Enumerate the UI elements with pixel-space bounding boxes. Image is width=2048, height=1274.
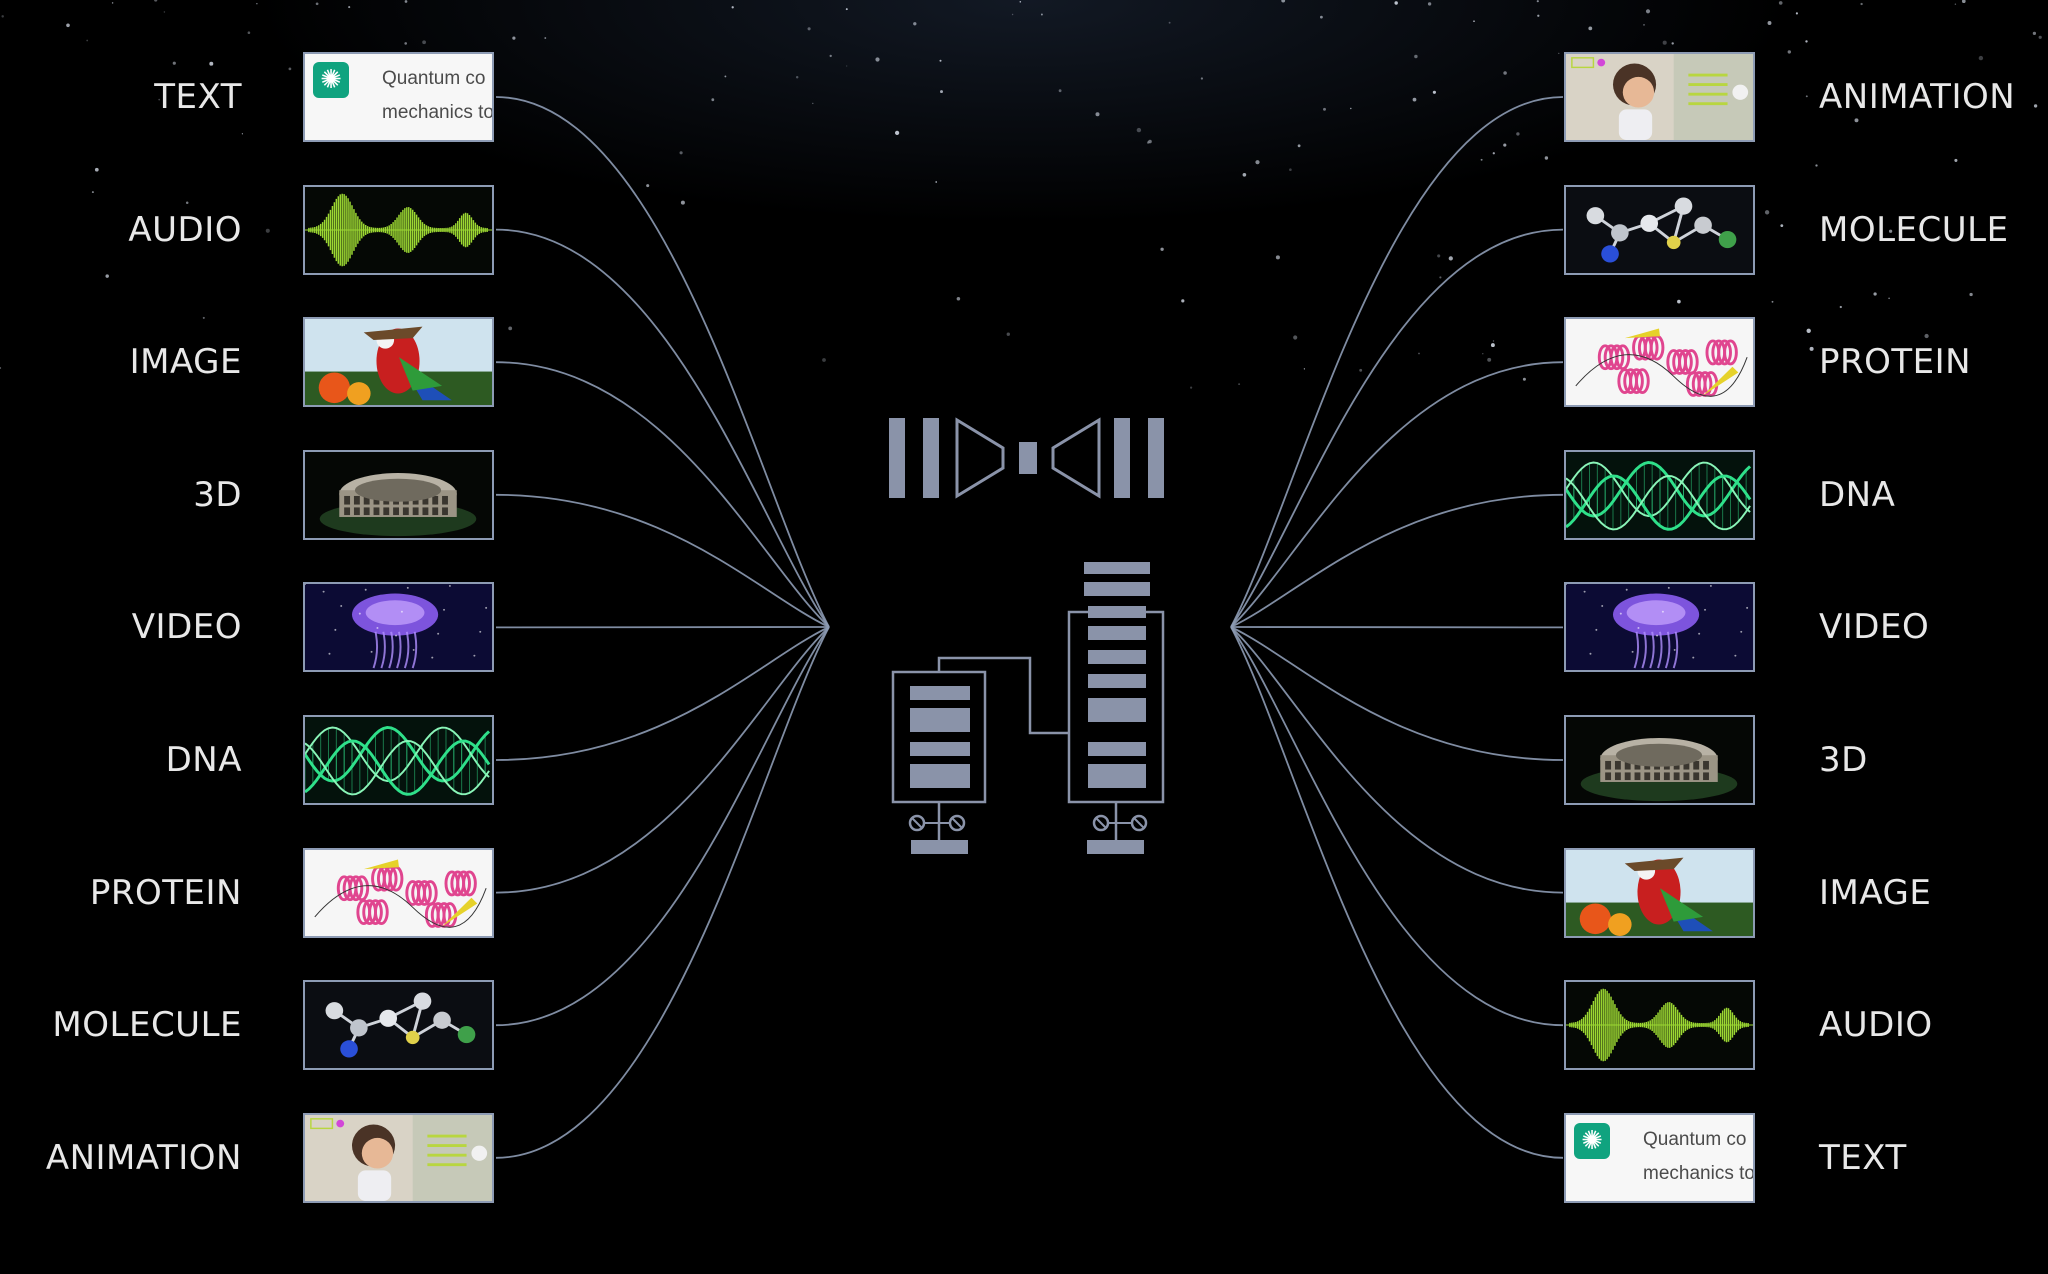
input-text-thumbnail: ✺ Quantum co mechanics to (303, 52, 494, 142)
output-text-thumbnail: ✺ Quantum co mechanics to (1564, 1112, 1755, 1203)
input-text-label: TEXT (154, 77, 242, 117)
output-dna-thumbnail (1564, 449, 1755, 540)
autoencoder-icon (889, 417, 1164, 499)
multimodal-diagram: TEXT ✺ Quantum co mechanics to AUDIO IMAGE 3D V… (0, 0, 2048, 1274)
input-audio-label: AUDIO (128, 209, 242, 250)
input-dna-thumbnail (303, 715, 494, 805)
input-audio-thumbnail (303, 184, 494, 275)
input-image-label: IMAGE (129, 342, 242, 383)
text-snippet-line-1: Quantum co (1643, 1128, 1747, 1150)
input-video-label: VIDEO (131, 607, 242, 648)
text-snippet-line-2: mechanics to (382, 102, 494, 123)
input-3d-thumbnail (303, 449, 494, 540)
output-image-thumbnail (1564, 847, 1755, 938)
transformer-icon (891, 562, 1165, 854)
output-3d-label: 3D (1819, 740, 1868, 780)
chatgpt-logo-icon: ✺ (1574, 1122, 1610, 1159)
input-video-thumbnail (303, 582, 494, 673)
input-image-thumbnail (303, 317, 494, 408)
input-animation-label: ANIMATION (45, 1137, 242, 1178)
input-dna-label: DNA (165, 740, 242, 780)
output-animation-label: ANIMATION (1819, 77, 2016, 117)
chatgpt-logo-icon: ✺ (313, 62, 349, 98)
input-molecule-label: MOLECULE (52, 1005, 242, 1046)
input-3d-label: 3D (193, 474, 242, 515)
output-audio-label: AUDIO (1819, 1005, 1933, 1046)
input-animation-thumbnail (303, 1112, 494, 1203)
output-animation-thumbnail (1564, 52, 1755, 142)
input-protein-thumbnail (303, 847, 494, 938)
input-molecule-thumbnail (303, 980, 494, 1071)
output-video-label: VIDEO (1819, 607, 1930, 648)
text-snippet-line-1: Quantum co (382, 68, 486, 89)
output-3d-thumbnail (1564, 715, 1755, 805)
output-molecule-label: MOLECULE (1819, 209, 2009, 250)
output-video-thumbnail (1564, 582, 1755, 673)
output-audio-thumbnail (1564, 980, 1755, 1071)
input-protein-label: PROTEIN (89, 872, 242, 913)
output-dna-label: DNA (1819, 474, 1896, 515)
text-snippet-line-2: mechanics to (1643, 1162, 1755, 1184)
output-protein-thumbnail (1564, 317, 1755, 408)
output-image-label: IMAGE (1819, 872, 1932, 913)
output-molecule-thumbnail (1564, 184, 1755, 275)
output-text-label: TEXT (1819, 1137, 1907, 1178)
output-protein-label: PROTEIN (1819, 342, 1972, 383)
